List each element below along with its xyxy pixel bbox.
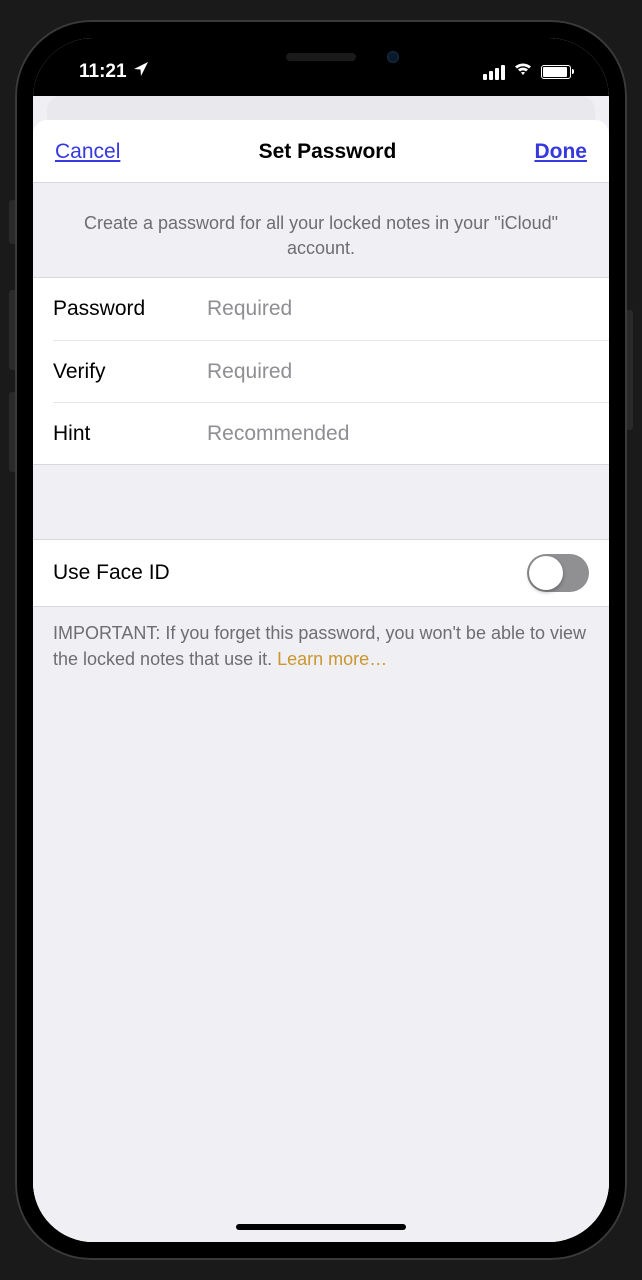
faceid-group: Use Face ID <box>33 539 609 607</box>
hint-input[interactable] <box>207 422 589 446</box>
verify-row: Verify <box>53 340 609 402</box>
password-input[interactable] <box>207 297 589 321</box>
password-row: Password <box>33 278 609 340</box>
notch <box>191 38 451 78</box>
verify-label: Verify <box>53 360 207 384</box>
background-card <box>47 96 595 120</box>
modal-sheet: Cancel Set Password Done Create a passwo… <box>33 120 609 1242</box>
volume-up-button <box>9 290 15 370</box>
navigation-bar: Cancel Set Password Done <box>33 120 609 183</box>
battery-icon <box>541 65 571 79</box>
volume-down-button <box>9 392 15 472</box>
learn-more-link[interactable]: Learn more… <box>277 649 387 669</box>
faceid-label: Use Face ID <box>53 561 170 585</box>
password-label: Password <box>53 297 207 321</box>
power-button <box>627 310 633 430</box>
section-description: Create a password for all your locked no… <box>33 183 609 277</box>
home-indicator[interactable] <box>236 1224 406 1230</box>
hint-row: Hint <box>53 402 609 464</box>
password-form-group: Password Verify Hint <box>33 277 609 465</box>
screen: 11:21 <box>33 38 609 1242</box>
mute-switch <box>9 200 15 244</box>
cellular-signal-icon <box>483 65 505 80</box>
verify-input[interactable] <box>207 360 589 384</box>
cancel-button[interactable]: Cancel <box>55 140 120 164</box>
status-time: 11:21 <box>79 61 127 83</box>
location-icon <box>133 61 149 83</box>
done-button[interactable]: Done <box>534 140 587 164</box>
faceid-toggle[interactable] <box>527 554 589 592</box>
content-area: Create a password for all your locked no… <box>33 183 609 1242</box>
phone-frame: 11:21 <box>15 20 627 1260</box>
wifi-icon <box>513 61 533 83</box>
hint-label: Hint <box>53 422 207 446</box>
page-title: Set Password <box>259 140 397 164</box>
faceid-row: Use Face ID <box>33 540 609 606</box>
footer-description: IMPORTANT: If you forget this password, … <box>33 607 609 685</box>
